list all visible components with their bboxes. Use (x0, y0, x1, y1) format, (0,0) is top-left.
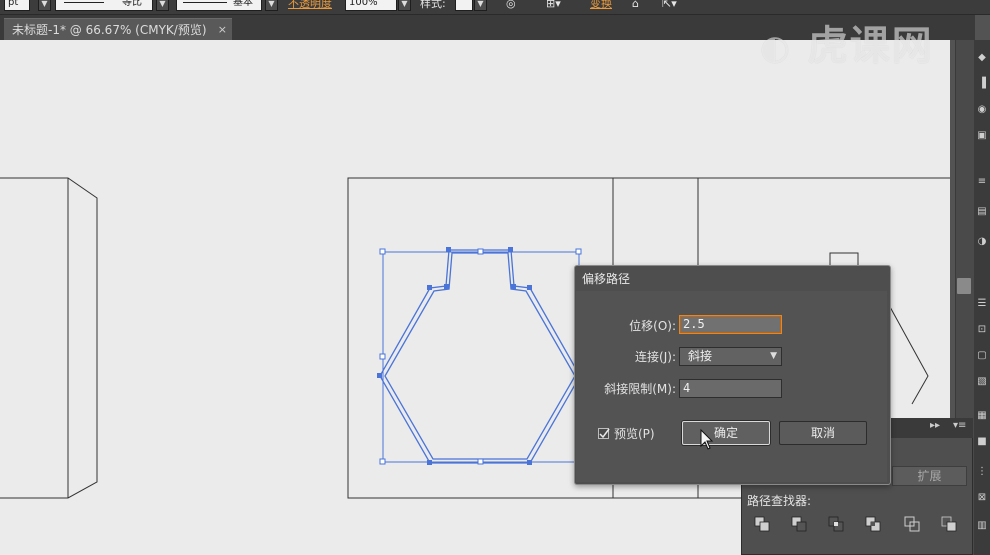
style-label: 样式: (420, 0, 446, 10)
color-panel-icon[interactable]: ◆ (976, 52, 988, 64)
unit-field[interactable]: pt (4, 0, 30, 11)
transparency-panel-icon[interactable]: ◑ (976, 236, 988, 248)
join-label: 连接(J): (635, 350, 676, 364)
intersect-icon[interactable] (828, 516, 844, 532)
dialog-title[interactable]: 偏移路径 (582, 270, 630, 287)
style-swatch[interactable] (455, 0, 473, 11)
anchor-points (377, 247, 532, 465)
graphic-styles-panel-icon[interactable]: ⋮ (976, 466, 988, 478)
ok-button[interactable]: 确定 (682, 421, 770, 445)
preview-checkbox[interactable] (598, 428, 610, 439)
minus-front-icon[interactable] (791, 516, 807, 532)
offset-label: 位移(O): (629, 319, 676, 333)
opacity-arrow[interactable]: ▼ (398, 0, 411, 11)
selection-handles (379, 248, 582, 465)
join-select[interactable]: 斜接 ▼ (679, 347, 782, 366)
opacity-field[interactable]: 100% (345, 0, 397, 11)
selected-hexagon (379, 249, 581, 464)
close-icon[interactable]: × (218, 19, 227, 41)
miter-limit-label: 斜接限制(M): (604, 382, 676, 396)
mouse-pointer-icon (700, 429, 714, 450)
transform-link[interactable]: 变换 (590, 0, 612, 12)
brush-line-icon (183, 2, 227, 3)
join-select-value: 斜接 (688, 349, 713, 363)
unit-dropdown-arrow[interactable]: ▼ (38, 0, 51, 11)
checkmark-icon (599, 428, 610, 439)
swatches-panel-icon[interactable]: ▐ (976, 78, 988, 90)
watermark-logo: ◐ 虎课网 (760, 18, 975, 74)
watermark-mark-icon: ◐ (760, 28, 792, 68)
pathfinder-panel-icon[interactable]: ▦ (976, 410, 988, 422)
artboards-panel-icon[interactable]: ▧ (976, 376, 988, 388)
cancel-button[interactable]: 取消 (779, 421, 867, 445)
brush-arrow[interactable]: ▼ (265, 0, 278, 11)
chevron-down-icon: ▼ (770, 351, 777, 361)
pathfinder-title: 路径查找器: (747, 494, 812, 508)
info-panel-icon[interactable]: ▥ (976, 520, 988, 532)
align-icon[interactable]: ⊞▾ (546, 0, 561, 12)
stroke-line-icon (64, 2, 104, 3)
watermark-text: 虎课网 (807, 23, 934, 69)
brush-select[interactable]: 基本 (176, 0, 262, 11)
stroke-profile-select[interactable]: 等比 (55, 0, 153, 11)
selection-bounding-box (382, 251, 580, 463)
unite-icon[interactable] (754, 516, 770, 532)
opacity-link[interactable]: 不透明度 (288, 0, 332, 12)
transform-panel-icon[interactable]: ⊡ (976, 324, 988, 336)
stroke-profile-arrow[interactable]: ▼ (156, 0, 169, 11)
stroke-profile-label: 等比 (122, 0, 142, 8)
right-tab (829, 252, 859, 265)
offset-input[interactable]: 2.5 (679, 315, 782, 334)
divide-icon[interactable] (904, 516, 920, 532)
style-arrow[interactable]: ▼ (474, 0, 487, 11)
scrollbar-thumb[interactable] (957, 278, 971, 294)
stroke-panel-icon[interactable]: ≡ (976, 176, 988, 188)
document-tab-title: 未标题-1* @ 66.67% (CMYK/预览) (12, 23, 207, 37)
links-panel-icon[interactable]: ⊠ (976, 492, 988, 504)
document-tab[interactable]: 未标题-1* @ 66.67% (CMYK/预览) × (4, 18, 232, 40)
preview-label[interactable]: 预览(P) (614, 425, 655, 442)
panel-menu-icon[interactable]: ▾≡ (953, 420, 966, 431)
miter-limit-input[interactable]: 4 (679, 379, 782, 398)
appearance-panel-icon[interactable]: ■ (976, 436, 988, 448)
recolor-icon[interactable]: ◎ (506, 0, 516, 12)
collapse-panel-icon[interactable]: ▸▸ (930, 420, 940, 431)
layers-panel-icon[interactable]: ▢ (976, 350, 988, 362)
expand-button[interactable]: 扩展 (892, 466, 967, 486)
gradient-panel-icon[interactable]: ▤ (976, 206, 988, 218)
isolate-icon[interactable]: ⌂ (632, 0, 639, 12)
brush-label: 基本 (233, 0, 253, 8)
control-bar: pt ▼ 等比 ▼ 基本 ▼ 不透明度 100% ▼ 样式: ▼ ◎ ⊞▾ 变换… (0, 0, 990, 15)
symbols-panel-icon[interactable]: ▣ (976, 130, 988, 142)
arrange-icon[interactable]: ⇱▾ (662, 0, 677, 12)
align-panel-icon[interactable]: ☰ (976, 298, 988, 310)
dialog-body: 位移(O): 2.5 连接(J): 斜接 ▼ 斜接限制(M): 4 预览(P) … (576, 291, 887, 482)
brushes-panel-icon[interactable]: ◉ (976, 104, 988, 116)
trim-icon[interactable] (941, 516, 957, 532)
exclude-icon[interactable] (865, 516, 881, 532)
left-box-outline (0, 177, 98, 499)
